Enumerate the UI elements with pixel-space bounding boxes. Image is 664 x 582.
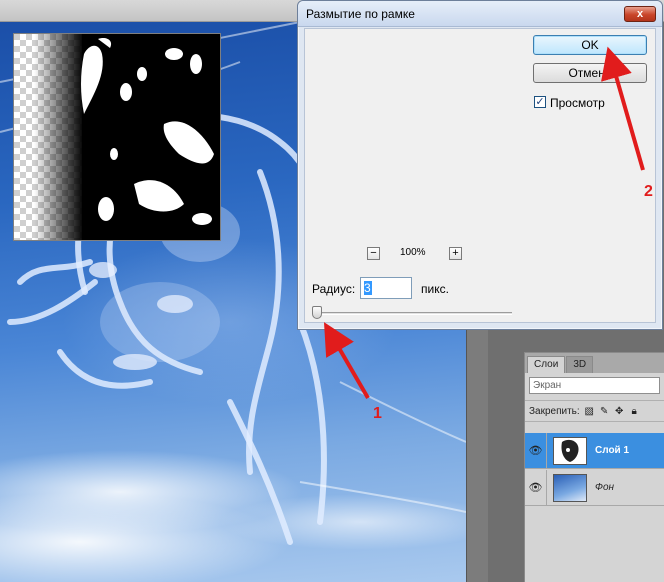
layer-row-background[interactable]: 👁︎ Фон bbox=[525, 469, 664, 506]
lock-all-icon[interactable]: 🔒︎ bbox=[629, 406, 640, 417]
annotation-step-1: 1 bbox=[373, 405, 382, 422]
lock-label: Закрепить: bbox=[529, 405, 580, 417]
annotation-step-2: 2 bbox=[644, 183, 653, 200]
lock-brush-icon[interactable]: ✎ bbox=[599, 406, 610, 417]
radius-slider-track[interactable] bbox=[315, 312, 512, 315]
layer-row-layer1[interactable]: 👁︎ Слой 1 bbox=[525, 432, 664, 469]
cancel-button[interactable]: Отмена bbox=[533, 63, 647, 83]
zoom-in-button[interactable]: + bbox=[449, 247, 462, 260]
zoom-level: 100% bbox=[400, 247, 426, 258]
blend-mode-select[interactable]: Экран bbox=[529, 377, 660, 394]
dialog-title: Размытие по рамке bbox=[306, 6, 415, 21]
layer-thumbnail bbox=[553, 436, 587, 465]
eye-icon[interactable]: 👁︎ bbox=[525, 432, 547, 469]
radius-label: Радиус: bbox=[312, 282, 356, 296]
preview-checkbox[interactable]: ✓ bbox=[534, 96, 546, 108]
layer-thumbnail bbox=[553, 473, 587, 502]
radius-unit: пикс. bbox=[421, 282, 449, 296]
tab-3d[interactable]: 3D bbox=[566, 356, 594, 373]
lock-row: Закрепить: ▧ ✎ ✥ 🔒︎ bbox=[525, 400, 664, 422]
layers-tabs: Слои 3D bbox=[525, 353, 664, 373]
radius-input-selection: 3 bbox=[364, 281, 372, 295]
filter-preview[interactable] bbox=[13, 33, 221, 241]
layer-name[interactable]: Фон bbox=[595, 482, 614, 493]
lock-move-icon[interactable]: ✥ bbox=[614, 406, 625, 417]
zoom-out-button[interactable]: − bbox=[367, 247, 380, 260]
close-button[interactable]: x bbox=[624, 6, 656, 22]
radius-slider-thumb[interactable] bbox=[312, 306, 322, 319]
lock-transparency-icon[interactable]: ▧ bbox=[584, 406, 595, 417]
preview-checkbox-label[interactable]: Просмотр bbox=[550, 96, 605, 110]
tab-layers[interactable]: Слои bbox=[527, 356, 566, 373]
ok-button[interactable]: OK bbox=[533, 35, 647, 55]
dialog-titlebar[interactable]: Размытие по рамке bbox=[298, 1, 662, 27]
eye-icon[interactable]: 👁︎ bbox=[525, 469, 547, 506]
preview-image bbox=[14, 34, 220, 240]
layers-panel: Слои 3D Экран Закрепить: ▧ ✎ ✥ 🔒︎ 👁︎ Сло… bbox=[524, 352, 664, 582]
layer-name[interactable]: Слой 1 bbox=[595, 445, 629, 456]
